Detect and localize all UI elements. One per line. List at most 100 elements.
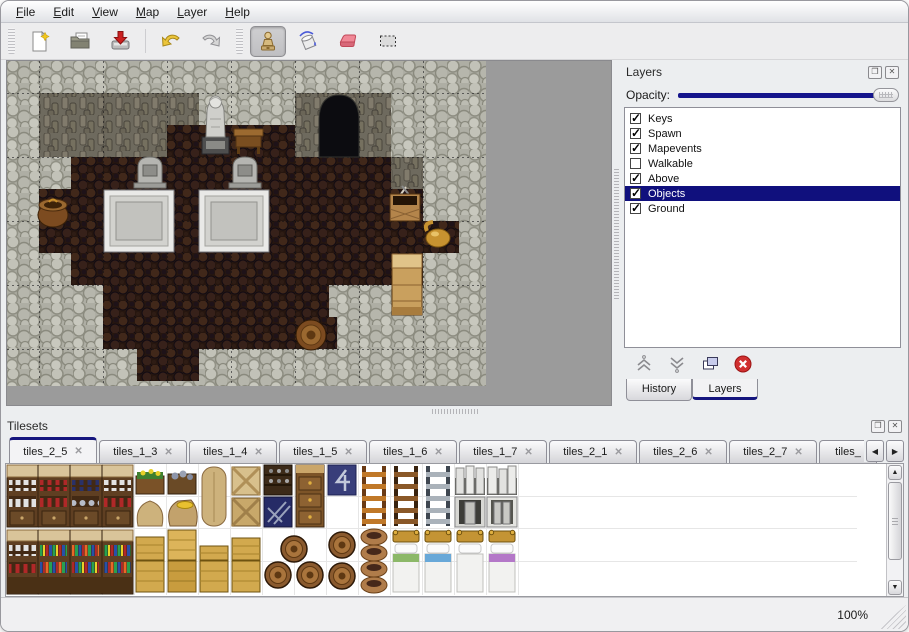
opacity-slider-track[interactable] [678,93,897,98]
tileset-tab-tiles_1_5[interactable]: tiles_1_5✕ [279,440,367,463]
float-panel-icon[interactable]: ❐ [871,420,885,433]
fill-tool-icon [296,29,320,53]
layers-panel-tabs: History Layers [624,379,901,406]
save-button[interactable] [102,26,138,57]
menu-map[interactable]: Map [127,3,168,21]
tileset-tab-tiles_2_6[interactable]: tiles_2_6✕ [639,440,727,463]
layer-checkbox[interactable]: ✓ [630,188,641,199]
layer-row-spawn[interactable]: ✓ Spawn [625,126,900,141]
tileset-tab-tiles_2_5[interactable]: tiles_2_5 ✕ [9,437,97,463]
tab-scroll-left-icon[interactable]: ◀ [866,440,884,462]
layer-checkbox[interactable]: ✓ [630,143,641,154]
delete-layer-button[interactable] [731,352,755,376]
tab-layers[interactable]: Layers [692,379,758,400]
layer-checkbox[interactable] [630,158,641,169]
gravestone [134,157,166,188]
new-file-button[interactable] [22,26,58,57]
close-tab-icon[interactable]: ✕ [614,447,622,458]
menu-layer-mnemonic: L [177,5,184,19]
save-icon [108,29,132,53]
layer-checkbox[interactable]: ✓ [630,128,641,139]
fill-tool-button[interactable] [290,26,326,57]
stamp-tool-button[interactable] [250,26,286,57]
undo-button[interactable] [153,26,189,57]
tab-label: tiles_2_5 [23,446,67,458]
palette-scrollbar[interactable]: ▲ ▼ [886,464,903,596]
tileset-tab-tiles_2_1[interactable]: tiles_2_1 ✕ [549,440,637,463]
raise-layer-button[interactable] [632,352,656,376]
close-tab-icon[interactable]: ✕ [344,447,352,458]
palette-scrollbar-thumb[interactable] [888,482,902,560]
tab-label: tiles_2_1 [563,446,607,458]
menu-file[interactable]: File [7,3,44,21]
tile-dresser [296,465,324,527]
menu-help[interactable]: Help [216,3,259,21]
toolbar-drag-handle[interactable] [8,28,15,54]
layers-panel-title: Layers [626,65,868,79]
layer-row-mapevents[interactable]: ✓Mapevents [625,141,900,156]
close-tab-icon[interactable]: ✕ [524,447,532,458]
close-panel-icon[interactable]: ✕ [888,420,902,433]
menu-view[interactable]: View [83,3,127,21]
layer-row-above[interactable]: ✓Above [625,171,900,186]
tab-history[interactable]: History [626,379,692,401]
map-canvas[interactable] [7,61,486,386]
tileset-tab-tiles_2_7[interactable]: tiles_2_7✕ [729,440,817,463]
opacity-slider[interactable] [678,87,899,103]
menu-view-rest: iew [100,5,118,19]
tile-navy-tools [264,497,292,527]
layer-row-objects[interactable]: ✓Objects [625,186,900,201]
scroll-up-icon[interactable]: ▲ [888,465,902,480]
close-tab-icon[interactable]: ✕ [74,446,82,457]
close-tab-icon[interactable]: ✕ [434,447,442,458]
lower-layer-button[interactable] [665,352,689,376]
tileset-tabs: tiles_2_5 ✕ tiles_1_3 ✕ tiles_1_4✕ tiles_1… [5,436,904,463]
stamp-tool-icon [256,29,280,53]
tile-stone-gate [487,466,517,527]
close-tab-icon[interactable]: ✕ [164,447,172,458]
close-panel-icon[interactable]: ✕ [885,66,899,79]
layer-row-ground[interactable]: ✓Ground [625,201,900,216]
tileset-tab-tiles_1_4[interactable]: tiles_1_4✕ [189,440,277,463]
tile-navy-emblem [328,465,356,495]
tileset-tab-tiles_1_6[interactable]: tiles_1_6✕ [369,440,457,463]
opacity-slider-handle[interactable] [873,88,899,102]
layer-label: Spawn [648,128,682,140]
tab-scroll-right-icon[interactable]: ▶ [886,440,904,462]
menu-edit[interactable]: Edit [44,3,83,21]
menu-bar: File Edit View Map Layer Help [1,1,908,23]
vertical-splitter-handle[interactable] [614,167,619,299]
close-tab-icon[interactable]: ✕ [254,447,262,458]
float-panel-icon[interactable]: ❐ [868,66,882,79]
toolbar [1,23,908,60]
select-tool-button[interactable] [370,26,406,57]
map-viewport[interactable] [6,60,612,406]
toolbar-drag-handle[interactable] [236,28,243,54]
layer-row-keys[interactable]: ✓Keys [625,111,900,126]
tileset-palette[interactable] [6,464,857,595]
opacity-label: Opacity: [626,88,670,102]
layer-checkbox[interactable]: ✓ [630,203,641,214]
eraser-tool-button[interactable] [330,26,366,57]
vertical-splitter[interactable] [612,60,621,406]
tileset-tab-tiles_1_7[interactable]: tiles_1_7✕ [459,440,547,463]
layer-checkbox[interactable]: ✓ [630,173,641,184]
layer-row-walkable[interactable]: Walkable [625,156,900,171]
duplicate-layer-button[interactable] [698,352,722,376]
open-file-button[interactable] [62,26,98,57]
raise-layer-icon [634,354,654,374]
tab-label: tiles_1_3 [113,446,157,458]
barrel [296,320,326,350]
layer-checkbox[interactable]: ✓ [630,113,641,124]
close-tab-icon[interactable]: ✕ [794,447,802,458]
redo-button[interactable] [193,26,229,57]
zoom-level: 100% [837,608,868,622]
horizontal-splitter[interactable] [1,406,908,416]
layer-label: Walkable [648,158,693,170]
horizontal-splitter-handle[interactable] [432,409,478,414]
scroll-down-icon[interactable]: ▼ [888,580,902,595]
tileset-tab-tiles_1_3[interactable]: tiles_1_3 ✕ [99,440,187,463]
close-tab-icon[interactable]: ✕ [704,447,712,458]
menu-layer[interactable]: Layer [168,3,216,21]
resize-grip[interactable] [878,605,906,629]
